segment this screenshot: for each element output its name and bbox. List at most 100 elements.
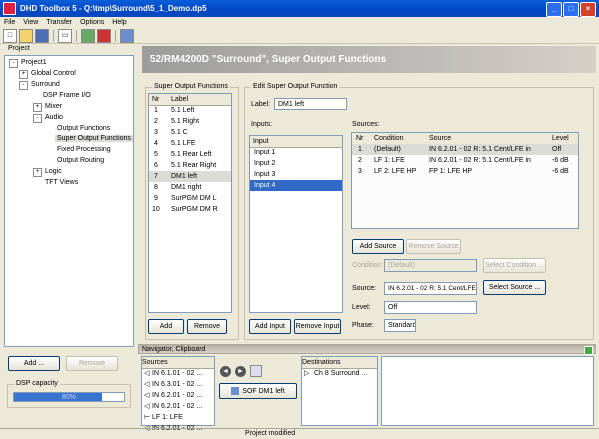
project-add-button[interactable]: Add ... [8, 356, 60, 371]
tree-item-project1[interactable]: - Project1 [9, 59, 47, 68]
remove-source-button[interactable]: Remove Source [406, 239, 461, 254]
remove-input-button[interactable]: Remove Input [294, 319, 341, 334]
tree-item-mixer[interactable]: + Mixer [33, 103, 62, 112]
tree-item-logic[interactable]: + Logic [33, 168, 62, 177]
sof-row[interactable]: 9 SurPGM DM L [149, 193, 231, 204]
menu-transfer[interactable]: Transfer [42, 19, 76, 26]
condition-caption: Condition: [352, 262, 384, 269]
edit-sof-caption: Edit Super Output Function [251, 83, 340, 90]
sof-icon [231, 387, 240, 395]
source-icon: ◁ [144, 381, 150, 388]
back-arrow-icon[interactable]: ◄ [220, 366, 231, 377]
inputs-caption: Inputs: [251, 121, 273, 128]
navigator-title: Navigator, Clipboard [142, 346, 206, 353]
sof-row[interactable]: 8 DM1 right [149, 182, 231, 193]
close-button[interactable]: × [580, 2, 596, 17]
dsp-capacity-bar: 80% [13, 392, 125, 402]
tree-item-dsp-frame-io[interactable]: DSP Frame I/O [43, 92, 91, 99]
print-icon[interactable]: ▭ [58, 28, 72, 43]
open-folder-icon[interactable] [19, 28, 33, 43]
sof-row[interactable]: 3 5.1 C [149, 127, 231, 138]
minimize-button[interactable]: _ [546, 2, 562, 17]
tree-item-super-output-functions[interactable]: Super Output Functions [55, 135, 133, 142]
nav-source-item[interactable]: ◁ IN 6.2.01 - 02 ... [142, 401, 214, 412]
tree-item-surround[interactable]: - Surround [19, 81, 60, 90]
title-bar: DHD Toolbox 5 - Q:\tmp\Surround\5_1_Demo… [0, 0, 599, 17]
tree-item-audio[interactable]: - Audio [33, 114, 63, 123]
source-row-selected[interactable]: 1 (Default) IN 6.2.01 - 02 R: 5.1 Cent/L… [352, 144, 578, 155]
inputs-list[interactable]: Input Input 1 Input 2 Input 3 Input 4 [249, 135, 343, 313]
toolbar-separator [53, 29, 54, 42]
navigator-titlebar: Navigator, Clipboard [138, 344, 596, 355]
source-icon: ◁ [144, 403, 150, 410]
menu-view[interactable]: View [19, 19, 42, 26]
nav-detail-panel [381, 356, 594, 426]
sof-row[interactable]: 6 5.1 Rear Right [149, 160, 231, 171]
input-row[interactable]: Input 3 [250, 169, 342, 180]
input-row[interactable]: Input 1 [250, 147, 342, 158]
menu-options[interactable]: Options [76, 19, 108, 26]
sof-row[interactable]: 1 5.1 Left [149, 105, 231, 116]
sof-row[interactable]: 10 SurPGM DM R [149, 204, 231, 215]
tree-item-output-routing[interactable]: Output Routing [57, 157, 104, 164]
input-row[interactable]: Input 2 [250, 158, 342, 169]
source-field[interactable]: IN 6.2.01 - 02 R: 5.1 Cent/LFE in [384, 282, 477, 295]
source-icon: ◁ [144, 370, 150, 377]
view-icon[interactable] [120, 28, 134, 43]
phase-caption: Phase: [352, 322, 374, 329]
sof-row[interactable]: 2 5.1 Right [149, 116, 231, 127]
sources-caption: Sources: [352, 121, 380, 128]
sof-row[interactable]: 4 5.1 LFE [149, 138, 231, 149]
level-caption: Level: [352, 304, 371, 311]
toolbar-separator [115, 29, 116, 42]
nav-source-item[interactable]: ◁ IN 6.2.01 - 02 ... [142, 390, 214, 401]
sof-group-caption: Super Output Functions [152, 83, 230, 90]
project-remove-button[interactable]: Remove [66, 356, 118, 371]
transfer-icon[interactable] [81, 28, 95, 43]
condition-field[interactable]: (Default) [384, 259, 477, 272]
sof-list[interactable]: Nr Label 1 5.1 Left 2 5.1 Right 3 5.1 C 4 5.… [148, 93, 232, 313]
nav-destinations-list[interactable]: Destinations ▷ Ch 8 Surround ... [301, 356, 378, 426]
status-text: Project modified [245, 430, 296, 437]
tree-item-global-control[interactable]: + Global Control [19, 70, 76, 79]
select-condition-button[interactable]: Select Condition ... [483, 258, 546, 273]
logic-icon: ⊢ [144, 414, 151, 421]
nav-source-item[interactable]: ◁ IN 6.3.01 - 02 ... [142, 379, 214, 390]
navigator-toggle-icon[interactable] [584, 346, 593, 355]
add-input-button[interactable]: Add Input [249, 319, 291, 334]
source-row[interactable]: 2 LF 1: LFE IN 6.2.01 - 02 R: 5.1 Cent/L… [352, 155, 578, 166]
sources-table[interactable]: Nr Condition Source Level 1 (Default) IN… [351, 132, 579, 229]
level-field[interactable]: Off [384, 301, 477, 314]
clipboard-icon[interactable] [250, 365, 262, 377]
app-icon [3, 2, 16, 15]
select-source-button[interactable]: Select Source ... [483, 280, 546, 295]
save-icon[interactable] [35, 28, 49, 43]
tree-item-fixed-processing[interactable]: Fixed Processing [57, 146, 111, 153]
nav-sources-list[interactable]: Sources ◁ IN 6.1.01 - 02 ... ◁ IN 6.3.01 -… [141, 356, 215, 432]
menu-file[interactable]: File [0, 19, 19, 26]
source-row[interactable]: 3 LF 2: LFE HP FP 1: LFE HP -6 dB [352, 166, 578, 177]
toolbar-separator [76, 29, 77, 42]
add-source-button[interactable]: Add Source [352, 239, 404, 254]
window-title: DHD Toolbox 5 - Q:\tmp\Surround\5_1_Demo… [20, 4, 207, 13]
menu-help[interactable]: Help [108, 19, 130, 26]
sof-row[interactable]: 5 5.1 Rear Left [149, 149, 231, 160]
online-icon[interactable] [97, 28, 111, 43]
tree-item-output-functions[interactable]: Output Functions [57, 125, 110, 132]
sof-row-selected[interactable]: 7 DM1 left [149, 171, 231, 182]
tree-item-tft-views[interactable]: TFT Views [45, 179, 78, 186]
sof-remove-button[interactable]: Remove [187, 319, 227, 334]
new-file-icon[interactable]: □ [3, 28, 17, 43]
nav-source-item[interactable]: ◁ IN 6.1.01 - 02 ... [142, 368, 214, 379]
clipboard-item-button[interactable]: SOF DM1 left [219, 383, 297, 399]
maximize-button[interactable]: □ [563, 2, 579, 17]
nav-source-item[interactable]: ⊢ LF 1: LFE [142, 412, 214, 423]
input-row-selected[interactable]: Input 4 [250, 180, 342, 191]
forward-arrow-icon[interactable]: ► [235, 366, 246, 377]
phase-field[interactable]: Standard [384, 319, 416, 332]
sof-add-button[interactable]: Add [148, 319, 184, 334]
project-tree[interactable]: - Project1 + Global Control - Surround DSP … [4, 55, 134, 347]
nav-destination-item[interactable]: ▷ Ch 8 Surround ... [302, 368, 377, 379]
source-icon: ◁ [144, 392, 150, 399]
label-input[interactable]: DM1 left [274, 98, 347, 110]
